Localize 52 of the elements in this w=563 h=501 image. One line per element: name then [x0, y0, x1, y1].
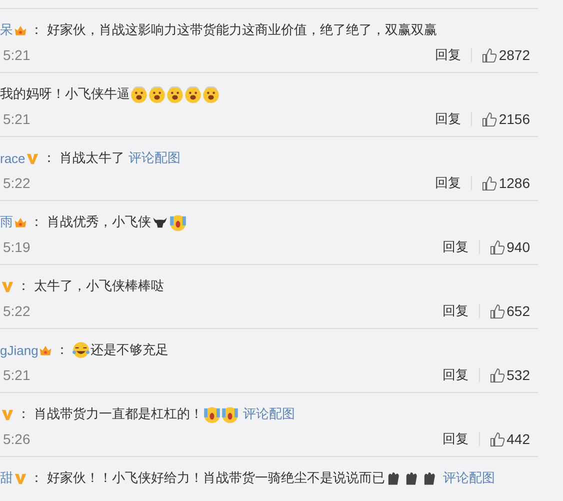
reply-link[interactable]: 回复 — [442, 430, 469, 448]
smiley-face-icon — [130, 85, 148, 103]
colon: ： — [42, 149, 56, 167]
thumbs-up-icon — [490, 240, 505, 254]
comment-text: 好家伙！！小飞侠好给力！肖战带货一骑绝尘不是说说而已 — [47, 469, 385, 487]
comment-text: 肖战优秀，小飞侠 — [47, 213, 151, 231]
thumbs-up-icon — [490, 304, 505, 318]
thumbs-up-icon — [482, 48, 497, 62]
comment-text: 我的妈呀！小飞侠牛逼 — [0, 85, 130, 103]
thumbs-up-icon — [490, 432, 505, 446]
comment-text: 肖战带货力一直都是杠杠的！ — [34, 405, 203, 423]
reply-link[interactable]: 回复 — [442, 366, 469, 384]
comment-text: 还是不够充足 — [90, 341, 168, 359]
laughing-face-icon — [72, 341, 90, 359]
reply-link[interactable]: 回复 — [442, 302, 469, 320]
like-button[interactable]: 1286 — [482, 175, 530, 191]
colon: ： — [17, 405, 30, 423]
reply-link[interactable]: 回复 — [434, 110, 461, 128]
screaming-face-icon — [203, 405, 221, 423]
colon: ： — [30, 21, 43, 39]
like-button[interactable]: 940 — [490, 239, 530, 255]
reply-link[interactable]: 回复 — [442, 238, 469, 256]
timestamp: 5:19 — [2, 239, 30, 255]
smiley-face-icon — [184, 85, 202, 103]
timestamp: 5:22 — [2, 175, 30, 191]
like-button[interactable]: 532 — [490, 367, 530, 383]
timestamp: 5:22 — [2, 303, 30, 319]
colon: ： — [55, 341, 68, 359]
colon: ： — [30, 213, 43, 231]
colon: ： — [30, 469, 43, 487]
like-button[interactable]: 2872 — [482, 47, 530, 63]
timestamp: 5:26 — [2, 431, 30, 447]
like-button[interactable]: 442 — [490, 431, 530, 447]
thumbs-up-icon — [482, 176, 497, 190]
thumbs-up-icon — [482, 112, 497, 126]
timestamp: 5:21 — [2, 111, 30, 127]
smiley-face-icon — [202, 85, 220, 103]
thumbs-up-icon — [490, 368, 505, 382]
comment-text: 肖战太牛了 — [59, 149, 124, 167]
colon: ： — [17, 277, 30, 295]
timestamp: 5:21 — [2, 367, 30, 383]
screaming-face-icon — [169, 213, 187, 231]
like-button[interactable]: 2156 — [482, 111, 530, 127]
comment-text: 太牛了，小飞侠棒棒哒 — [34, 277, 164, 295]
smiley-face-icon — [148, 85, 166, 103]
like-button[interactable]: 652 — [490, 303, 530, 319]
reply-link[interactable]: 回复 — [434, 174, 461, 192]
reply-link[interactable]: 回复 — [434, 46, 461, 64]
comment-text: 好家伙，肖战这影响力这带货能力这商业价值，绝了绝了，双赢双赢 — [47, 21, 437, 39]
screaming-face-icon — [221, 405, 239, 423]
timestamp: 5:21 — [2, 47, 30, 63]
smiley-face-icon — [166, 85, 184, 103]
